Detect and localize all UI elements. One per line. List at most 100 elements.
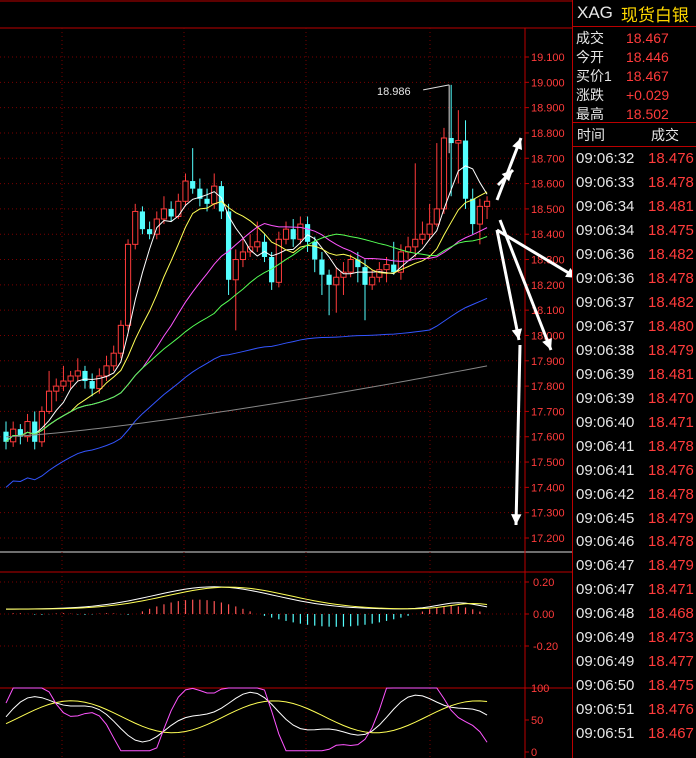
- quote-row-change: 涨跌 +0.029: [573, 85, 696, 104]
- price-axis-label: 18.400: [531, 229, 565, 241]
- tick-row: 09:06:37 18.482: [573, 291, 696, 315]
- candle-body: [440, 137, 448, 210]
- macd-axis-label: 0.20: [533, 577, 554, 589]
- tick-price: 18.479: [648, 341, 694, 359]
- tick-price: 18.481: [648, 365, 694, 383]
- quote-label: 买价1: [576, 67, 612, 84]
- tick-price: 18.475: [648, 222, 694, 240]
- kdj-k-line: [5, 691, 488, 743]
- candle-body: [254, 241, 261, 248]
- tick-row: 09:06:46 18.478: [573, 530, 696, 554]
- tick-price: 18.473: [648, 629, 694, 647]
- candle-body: [175, 200, 182, 217]
- tick-row: 09:06:39 18.470: [573, 386, 696, 410]
- tick-price: 18.470: [648, 389, 694, 407]
- candle-body: [89, 381, 95, 389]
- candle-body: [74, 370, 81, 377]
- price-axis-label: 17.300: [531, 508, 565, 520]
- candle-body: [369, 276, 376, 286]
- price-axis-label: 18.700: [531, 153, 565, 165]
- kdj-axis-label: 50: [531, 715, 543, 727]
- candle-body: [362, 267, 368, 285]
- tick-row: 09:06:38 18.479: [573, 339, 696, 363]
- tick-row: 09:06:42 18.478: [573, 482, 696, 506]
- quote-label: 涨跌: [576, 86, 604, 103]
- tick-row: 09:06:47 18.479: [573, 554, 696, 578]
- tick-price: 18.468: [648, 605, 694, 623]
- tick-time: 09:06:34: [576, 222, 635, 240]
- peak-label: 18.986: [377, 86, 411, 98]
- tick-time: 09:06:42: [576, 485, 635, 503]
- price-axis-label: 18.200: [531, 280, 565, 292]
- tick-row: 09:06:41 18.478: [573, 434, 696, 458]
- candle-body: [455, 140, 462, 144]
- tick-price: 18.478: [648, 174, 694, 192]
- chart-area[interactable]: 19.100 19.000 18.900 18.800 18.700 18.600 18.5…: [0, 0, 572, 758]
- price-axis-label: 17.900: [531, 356, 565, 368]
- quote-summary: 成交 18.467 今开 18.446 买价1 18.467 涨跌 +0.029…: [573, 27, 696, 123]
- tick-time: 09:06:34: [576, 198, 635, 216]
- quote-label: 今开: [576, 48, 604, 65]
- candle-body: [232, 259, 239, 281]
- candle-body: [462, 140, 469, 199]
- tick-price: 18.479: [648, 557, 694, 575]
- candle-body: [483, 200, 491, 207]
- tick-time: 09:06:51: [576, 701, 635, 719]
- candle-body: [476, 205, 483, 225]
- candle-body: [304, 224, 311, 242]
- tick-time: 09:06:45: [576, 509, 635, 527]
- tick-time: 09:06:38: [576, 341, 635, 359]
- ticks-time-header: 时间: [577, 126, 605, 143]
- quote-row-high: 最高 18.502: [573, 104, 696, 123]
- tick-row: 09:06:40 18.471: [573, 410, 696, 434]
- tick-time: 09:06:47: [576, 557, 635, 575]
- annotation-arrowhead: [511, 328, 522, 340]
- tick-time: 09:06:47: [576, 581, 635, 599]
- candle-body: [204, 198, 210, 204]
- candle-body: [110, 352, 117, 367]
- quote-value: 18.467: [626, 29, 669, 46]
- candle-body: [53, 385, 60, 392]
- tick-list[interactable]: 09:06:32 18.476 09:06:33 18.478 09:06:34 18.4…: [573, 147, 696, 745]
- candle-body: [297, 223, 304, 240]
- price-axis-label: 17.800: [531, 381, 565, 393]
- tick-row: 09:06:49 18.473: [573, 626, 696, 650]
- candle-body: [391, 264, 397, 273]
- tick-time: 09:06:50: [576, 677, 635, 695]
- price-axis-label: 18.800: [531, 128, 565, 140]
- tick-price: 18.480: [648, 318, 694, 336]
- candle-body: [333, 276, 340, 286]
- tick-time: 09:06:39: [576, 365, 635, 383]
- candle-body: [347, 259, 354, 273]
- tick-price: 18.478: [648, 270, 694, 288]
- macd-dea-line: [5, 586, 488, 610]
- tick-price: 18.467: [648, 724, 694, 742]
- tick-time: 09:06:40: [576, 413, 635, 431]
- candle-body: [24, 421, 31, 438]
- price-axis-label: 17.600: [531, 432, 565, 444]
- candle-body: [147, 229, 153, 235]
- tick-price: 18.482: [648, 294, 694, 312]
- annotation-arrowhead: [511, 514, 522, 525]
- tick-row: 09:06:45 18.479: [573, 506, 696, 530]
- tick-row: 09:06:50 18.475: [573, 674, 696, 698]
- tick-time: 09:06:36: [576, 246, 635, 264]
- candle-body: [60, 380, 67, 387]
- price-axis-label: 17.400: [531, 482, 565, 494]
- quote-label: 最高: [576, 105, 604, 122]
- kline-chart[interactable]: 19.100 19.000 18.900 18.800 18.700 18.600 18.5…: [0, 0, 572, 758]
- candle-body: [383, 264, 390, 271]
- candle-body: [124, 243, 132, 326]
- tick-price: 18.471: [648, 581, 694, 599]
- candle-body: [225, 211, 232, 280]
- symbol-code: XAG: [577, 3, 613, 22]
- kdj-axis-label: 100: [531, 683, 549, 695]
- macd-axis-label: 0.00: [533, 609, 554, 621]
- tick-time: 09:06:32: [576, 150, 635, 168]
- tick-price: 18.471: [648, 413, 694, 431]
- candle-body: [239, 251, 247, 261]
- tick-time: 09:06:46: [576, 533, 635, 551]
- tick-row: 09:06:47 18.471: [573, 578, 696, 602]
- candle-body: [319, 259, 325, 275]
- candle-body: [132, 210, 139, 245]
